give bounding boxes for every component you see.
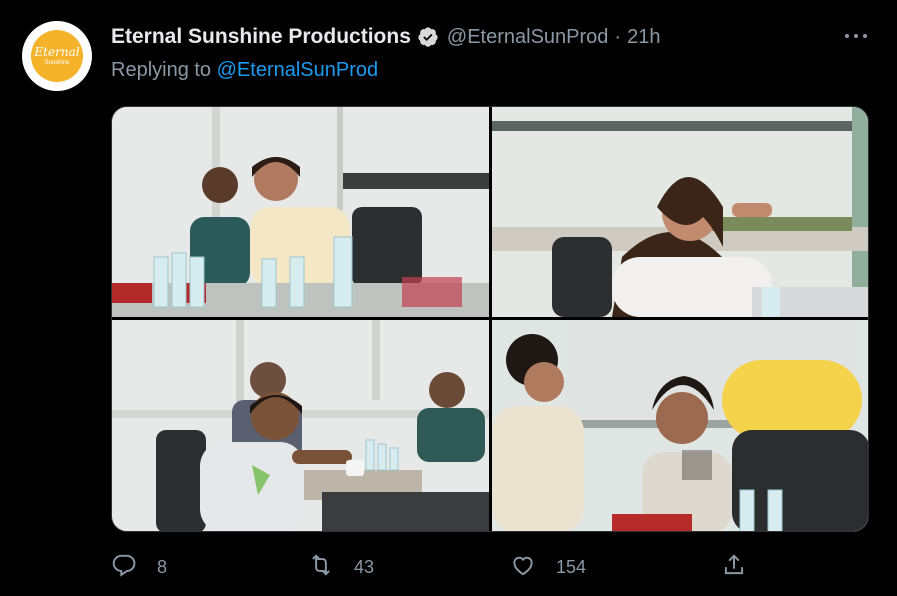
verified-badge-icon [417,26,439,48]
media-grid [111,106,869,532]
avatar-logo: Eternal Sunshine [31,30,83,82]
photo-1[interactable] [112,107,489,317]
avatar-logo-line1: Eternal [34,45,80,59]
reply-count: 8 [157,556,168,577]
replying-to-label: Replying to [111,59,212,81]
tweet-header: Eternal Sunshine Productions @EternalSun… [111,25,660,49]
avatar-logo-line2: Sunshine [44,60,70,66]
timestamp[interactable]: 21h [627,26,660,49]
more-options-icon[interactable] [845,28,867,44]
like-count: 154 [556,556,587,577]
display-name[interactable]: Eternal Sunshine Productions [111,25,411,49]
retweet-count: 43 [354,556,375,577]
like-button[interactable]: 154 [510,553,586,581]
share-icon [721,552,747,583]
replying-to: Replying to @EternalSunProd [111,59,378,82]
handle[interactable]: @EternalSunProd [447,26,609,49]
action-bar: 8 43 154 [111,553,751,581]
photo-3[interactable] [112,320,489,531]
avatar[interactable]: Eternal Sunshine [22,21,92,91]
retweet-icon [308,552,334,583]
tweet: Eternal Sunshine Eternal Sunshine Produc… [0,0,897,596]
heart-icon [510,552,536,583]
reply-icon [111,552,137,583]
reply-button[interactable]: 8 [111,553,167,581]
share-button[interactable] [721,553,747,581]
retweet-button[interactable]: 43 [308,553,374,581]
photo-2[interactable] [492,107,868,317]
photo-4[interactable] [492,320,868,531]
separator-dot: · [614,25,622,48]
reply-mention-link[interactable]: @EternalSunProd [217,59,379,81]
